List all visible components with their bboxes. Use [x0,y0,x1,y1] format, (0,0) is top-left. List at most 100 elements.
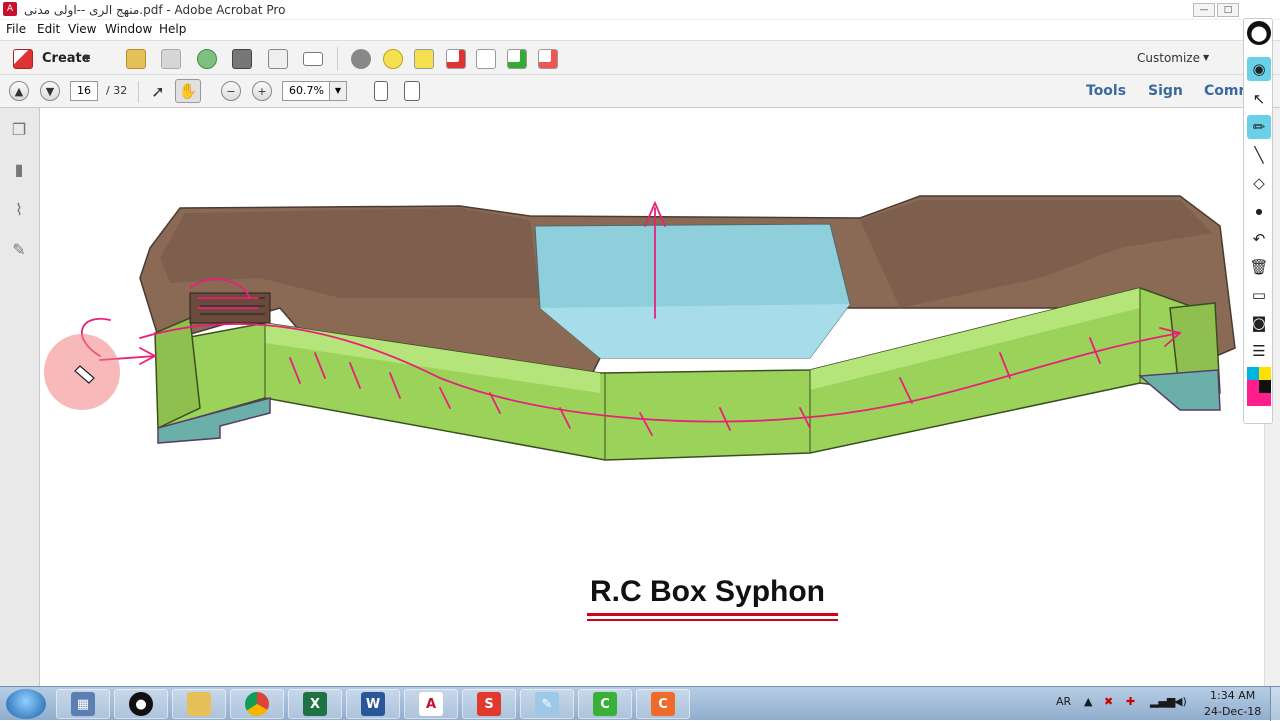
clock-time[interactable]: 1:34 AM [1210,689,1255,702]
color-swatch-black[interactable] [1259,380,1271,393]
marker-icon[interactable]: ✏ [1247,115,1271,139]
email-button[interactable] [300,47,326,71]
edit-pen-icon [268,49,288,69]
taskbar: ▦ ● X W A S ✎ C C AR ▲ ✖ ✚ ▂▄▆ ◀) 1:34 A… [0,686,1280,721]
create-button[interactable] [10,47,36,71]
eraser-icon[interactable]: ◇ [1247,171,1271,195]
volume-icon[interactable]: ◀) [1174,695,1187,708]
navigation-toolbar: ▲ ▼ 16 / 32 ➚ ✋ − + 60.7% ▼ Tools Sign C… [0,75,1280,108]
zoom-in-button[interactable]: + [252,81,272,101]
pen-app-logo-icon[interactable]: ⬤ [1247,21,1271,45]
tab-sign[interactable]: Sign [1148,83,1183,99]
pen-tool-palette: ⬤ ◉ ↖ ✏ ╲ ◇ ● ↶ 🗑 ▭ ◙ ☰ [1243,18,1273,424]
menu-bar: File Edit View Window Help [0,20,1280,40]
print-button[interactable] [229,47,255,71]
taskbar-pen-app[interactable]: ● [114,689,168,719]
zoom-dropdown-button[interactable]: ▼ [329,81,347,101]
color-swatch-pink[interactable] [1247,393,1271,406]
tab-tools[interactable]: Tools [1086,83,1126,99]
taskbar-explorer[interactable] [172,689,226,719]
hand-tool-button[interactable]: ✋ [175,79,201,103]
chrome-icon [245,692,269,716]
taskbar-word[interactable]: W [346,689,400,719]
zoom-out-button[interactable]: − [221,81,241,101]
menu-edit[interactable]: Edit [37,22,60,36]
comment-button[interactable] [380,47,406,71]
color-swatch-cyan[interactable] [1247,367,1259,380]
eye-icon[interactable]: ◉ [1247,57,1271,81]
customize-label[interactable]: Customize [1137,51,1200,65]
taskbar-camtasia-orange[interactable]: C [636,689,690,719]
menu-file[interactable]: File [6,22,26,36]
taskbar-camtasia-green[interactable]: C [578,689,632,719]
next-page-button[interactable]: ▼ [40,81,60,101]
clipboard-icon[interactable]: ☰ [1247,339,1271,363]
hand-icon: ✋ [178,82,198,100]
open-button[interactable] [123,47,149,71]
arrow-up-icon: ▲ [14,84,24,98]
undo-icon[interactable]: ↶ [1247,227,1271,251]
attachments-icon[interactable]: ⌇ [9,200,29,220]
edit-button[interactable] [265,47,291,71]
fit-width-button[interactable] [399,79,425,103]
word-icon: W [361,692,385,716]
calculator-icon: ▦ [71,692,95,716]
menu-window[interactable]: Window [105,22,152,36]
maximize-button[interactable]: □ [1217,3,1239,17]
zoom-level-input[interactable]: 60.7% [282,81,330,101]
delete-page-button[interactable] [443,47,469,71]
menu-help[interactable]: Help [159,22,186,36]
signatures-icon[interactable]: ✎ [9,240,29,260]
start-button[interactable] [6,689,46,719]
color-swatch-magenta[interactable] [1247,380,1259,393]
fit-page-button[interactable] [368,79,394,103]
redact-button[interactable] [535,47,561,71]
page-number-input[interactable]: 16 [70,81,98,101]
signal-icon[interactable]: ▂▄▆ [1150,695,1175,708]
taskbar-acrobat[interactable]: A [404,689,458,719]
highlighter-icon [414,49,434,69]
menu-view[interactable]: View [68,22,96,36]
taskbar-chrome[interactable] [230,689,284,719]
brush-size-icon[interactable]: ● [1247,199,1271,223]
highlight-button[interactable] [411,47,437,71]
navigation-panel: ❐ ▮ ⌇ ✎ [0,108,40,686]
page-thumbnails-icon[interactable]: ❐ [9,120,29,140]
delete-page-icon [446,49,466,69]
prev-page-button[interactable]: ▲ [9,81,29,101]
language-indicator[interactable]: AR [1056,695,1071,708]
upload-button[interactable] [194,47,220,71]
save-button[interactable] [158,47,184,71]
customize-dropdown-icon[interactable]: ▼ [1203,53,1209,62]
heading-underline-secondary [587,619,838,621]
pen-app-icon: ● [129,692,153,716]
show-desktop-button[interactable] [1270,687,1280,721]
settings-button[interactable] [348,47,374,71]
bookmarks-icon[interactable]: ▮ [9,160,29,180]
chevron-down-icon: ▼ [334,86,342,95]
whiteboard-icon[interactable]: ▭ [1247,283,1271,307]
minimize-button[interactable]: — [1193,3,1215,17]
window-title: منهج الرى --اولى مدنى.pdf - Adobe Acroba… [24,3,286,17]
pointer-icon[interactable]: ↖ [1247,87,1271,111]
taskbar-excel[interactable]: X [288,689,342,719]
security-icon[interactable]: ✚ [1126,695,1135,708]
excel-icon: X [303,692,327,716]
taskbar-calculator[interactable]: ▦ [56,689,110,719]
clock-date[interactable]: 24-Dec-18 [1204,705,1261,718]
network-status-icon[interactable]: ✖ [1104,695,1113,708]
extract-page-button[interactable] [504,47,530,71]
insert-page-button[interactable] [473,47,499,71]
line-icon[interactable]: ╲ [1247,143,1271,167]
heading-underline [587,613,838,616]
extract-page-icon [507,49,527,69]
taskbar-paint[interactable]: ✎ [520,689,574,719]
create-dropdown-icon[interactable]: ▼ [84,53,90,62]
taskbar-sketchup[interactable]: S [462,689,516,719]
color-swatch-yellow[interactable] [1259,367,1271,380]
trash-icon[interactable]: 🗑 [1247,255,1271,279]
document-heading: R.C Box Syphon [590,575,826,608]
camera-icon[interactable]: ◙ [1247,311,1271,335]
select-tool-button[interactable]: ➚ [145,79,171,103]
tray-expand-icon[interactable]: ▲ [1084,695,1092,708]
